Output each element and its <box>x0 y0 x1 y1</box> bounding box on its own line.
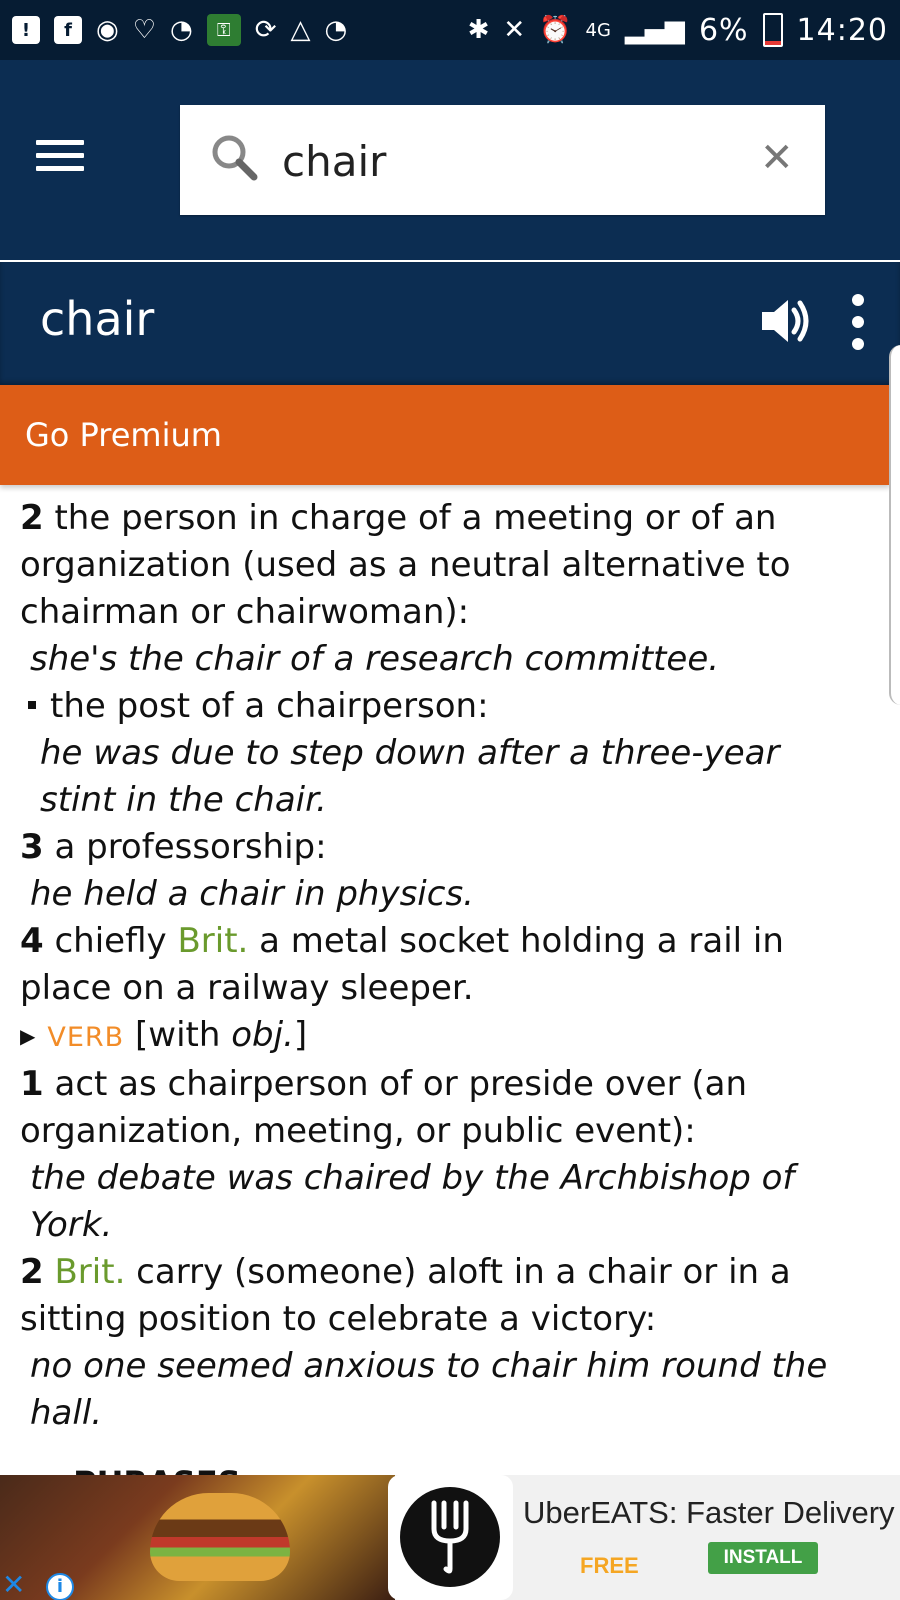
ad-image[interactable]: ✕ i <box>0 1475 395 1600</box>
definition-line: place on a railway sleeper. <box>20 968 474 1008</box>
search-box[interactable]: ✕ <box>180 105 825 215</box>
part-of-speech: VERB <box>47 1022 125 1053</box>
more-options-icon[interactable] <box>850 294 866 350</box>
region-label: Brit. <box>54 1252 126 1292</box>
menu-icon[interactable] <box>36 140 84 176</box>
part-of-speech-line: ▶ VERB [with obj.] <box>20 1015 308 1055</box>
install-button[interactable]: INSTALL <box>708 1542 818 1574</box>
definition-line: organization (used as a neutral alternat… <box>20 545 791 585</box>
example-sentence: he held a chair in physics. <box>30 874 474 914</box>
ad-app-icon[interactable] <box>388 1475 513 1600</box>
battery-icon <box>762 13 783 47</box>
definition-line: 1 act as chairperson of or preside over … <box>20 1064 747 1104</box>
alarm-icon: ⏰ <box>539 15 572 45</box>
close-icon[interactable]: ✕ <box>760 138 794 178</box>
status-bar: ! f ◉ ♡ ◔ ⚿ ⟳ △ ◔ ✱ ✕ ⏰ 4G ▂▄▆ 6% 14:20 <box>0 0 900 60</box>
clock: 14:20 <box>796 12 888 48</box>
definition-line: 2 the person in charge of a meeting or o… <box>20 498 777 538</box>
example-sentence: York. <box>30 1205 113 1245</box>
fork-icon <box>400 1487 500 1587</box>
definition-line: chairman or chairwoman): <box>20 592 470 632</box>
network-label: 4G <box>585 19 611 41</box>
close-icon[interactable]: ✕ <box>2 1571 25 1599</box>
burger-image <box>150 1493 290 1581</box>
entry-header: chair <box>0 262 900 385</box>
vpn-key-icon: ⚿ <box>206 14 241 46</box>
ad-title[interactable]: UberEATS: Faster Delivery <box>523 1495 895 1531</box>
example-sentence: stint in the chair. <box>40 780 327 820</box>
info-icon[interactable]: i <box>46 1573 74 1600</box>
speaker-icon[interactable] <box>758 294 812 348</box>
line-icon: ◉ <box>96 15 119 45</box>
ad-price: FREE <box>580 1553 639 1578</box>
example-sentence: no one seemed anxious to chair him round… <box>30 1346 828 1386</box>
example-sentence: hall. <box>30 1393 103 1433</box>
definition-line: 3 a professorship: <box>20 827 327 867</box>
subsense-line: the post of a chairperson: <box>20 683 880 730</box>
mute-icon: ✕ <box>503 15 526 45</box>
messenger-icon-2: ◔ <box>324 15 348 45</box>
definition-line: 2 Brit. carry (someone) aloft in a chair… <box>20 1252 791 1292</box>
example-sentence: she's the chair of a research committee. <box>30 639 720 679</box>
battery-percent: 6% <box>698 12 749 48</box>
system-icons: ✱ ✕ ⏰ 4G ▂▄▆ 6% 14:20 <box>468 13 888 48</box>
definition-content: 2 the person in charge of a meeting or o… <box>20 495 880 1475</box>
scrollbar[interactable] <box>889 345 900 705</box>
example-sentence: the debate was chaired by the Archbishop… <box>30 1158 795 1198</box>
search-input[interactable] <box>280 127 724 195</box>
drive-icon: △ <box>290 15 311 45</box>
bullet-icon <box>28 700 36 709</box>
example-sentence: he was due to step down after a three-ye… <box>40 733 780 773</box>
definition-line: 4 chiefly Brit. a metal socket holding a… <box>20 921 784 961</box>
phrases-heading: — PHRASES <box>30 1460 241 1475</box>
go-premium-banner[interactable]: Go Premium <box>0 385 890 485</box>
bluetooth-icon: ✱ <box>467 15 490 45</box>
ad-banner[interactable]: ✕ i UberEATS: Faster Delivery FREE INSTA… <box>0 1475 900 1600</box>
signal-icon: ▂▄▆ <box>624 15 685 45</box>
region-label: Brit. <box>177 921 249 961</box>
messenger-icon: ◔ <box>170 15 193 45</box>
alert-icon: ! <box>12 16 40 44</box>
entry-title: chair <box>40 292 155 346</box>
definition-line: organization, meeting, or public event): <box>20 1111 696 1151</box>
triangle-icon: ▶ <box>20 1024 36 1048</box>
sync-icon: ⟳ <box>254 15 277 45</box>
go-premium-label: Go Premium <box>25 416 222 454</box>
heart-chat-icon: ♡ <box>132 15 156 45</box>
facebook-icon: f <box>54 16 82 44</box>
search-header: ✕ <box>0 60 900 260</box>
notification-icons: ! f ◉ ♡ ◔ ⚿ ⟳ △ ◔ <box>12 14 347 46</box>
definition-line: sitting position to celebrate a victory: <box>20 1299 657 1339</box>
search-icon <box>212 135 258 181</box>
